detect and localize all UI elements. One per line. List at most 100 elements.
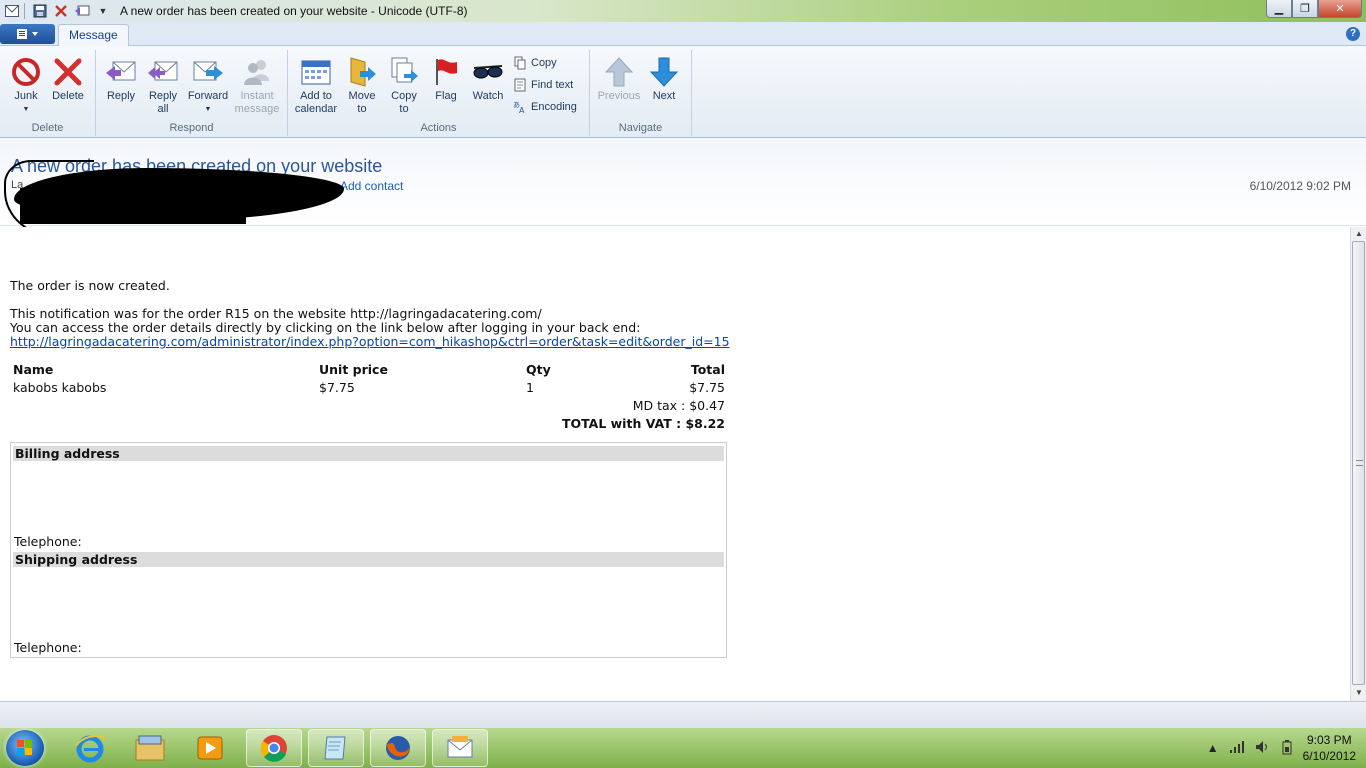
- copyto-label-1: Copy: [391, 90, 417, 102]
- reply-all-button[interactable]: Reply all: [140, 52, 186, 116]
- message-header: A new order has been created on your web…: [0, 138, 1366, 238]
- clock-date: 6/10/2012: [1302, 749, 1356, 763]
- show-hidden-icons-icon[interactable]: ▲: [1207, 741, 1219, 755]
- watch-button[interactable]: Watch: [465, 52, 511, 103]
- arrow-up-icon: [603, 56, 635, 88]
- previous-button[interactable]: Previous: [596, 52, 642, 103]
- add-to-calendar-button[interactable]: Add to calendar: [293, 52, 339, 116]
- scroll-up-icon[interactable]: ▲: [1353, 228, 1365, 240]
- next-label: Next: [652, 90, 676, 102]
- chevron-down-icon[interactable]: ▼: [94, 2, 112, 20]
- notepad-icon[interactable]: [308, 729, 364, 767]
- junk-button[interactable]: Junk ▼: [3, 52, 49, 116]
- firefox-icon[interactable]: [370, 729, 426, 767]
- close-button[interactable]: ✕: [1318, 0, 1362, 18]
- start-button[interactable]: [6, 730, 44, 766]
- ribbon: Junk ▼ Delete Delete Reply Reply all For…: [0, 46, 1366, 138]
- copy-icon: [513, 56, 527, 70]
- save-icon[interactable]: [31, 2, 49, 20]
- copy-label: Copy: [531, 57, 557, 69]
- copy-to-icon: [388, 56, 420, 88]
- minimize-button[interactable]: ▁: [1266, 0, 1292, 18]
- help-icon[interactable]: ?: [1346, 27, 1360, 41]
- move-to-button[interactable]: Move to: [339, 52, 385, 116]
- reply-button[interactable]: Reply: [98, 52, 144, 103]
- instant-label-2: message: [234, 103, 280, 115]
- item-total: $7.75: [689, 379, 725, 395]
- group-label-actions: Actions: [420, 122, 457, 134]
- encoding-icon: あA: [513, 100, 527, 114]
- flag-icon: [430, 56, 462, 88]
- add-contact-link[interactable]: Add contact: [340, 179, 403, 193]
- find-text-button[interactable]: Find text: [513, 78, 573, 92]
- window-title: A new order has been created on your web…: [120, 4, 468, 18]
- body-text: The order is now created.: [10, 278, 170, 293]
- total-value: TOTAL with VAT : $8.22: [561, 415, 725, 431]
- encoding-label: Encoding: [531, 101, 577, 113]
- arrow-down-icon: [648, 56, 680, 88]
- clock[interactable]: 9:03 PM 6/10/2012: [1303, 732, 1356, 764]
- encoding-button[interactable]: あA Encoding: [513, 100, 577, 114]
- order-details-link[interactable]: http://lagringadacatering.com/administra…: [10, 334, 730, 349]
- tab-message[interactable]: Message: [58, 24, 129, 47]
- media-player-icon[interactable]: [182, 729, 238, 767]
- table-header-row: Name Unit price Qty Total: [10, 360, 728, 378]
- mail-app-icon[interactable]: [3, 2, 21, 20]
- calendar-label-2: calendar: [294, 103, 338, 115]
- folder-move-icon: [346, 56, 378, 88]
- instant-message-button[interactable]: Instant message: [233, 52, 281, 116]
- reply-icon[interactable]: [73, 2, 91, 20]
- copy-to-button[interactable]: Copy to: [381, 52, 427, 116]
- internet-explorer-icon[interactable]: [62, 729, 118, 767]
- billing-address-heading: Billing address: [13, 446, 724, 461]
- reply-all-label-2: all: [157, 103, 169, 115]
- item-unit-price: $7.75: [319, 379, 355, 395]
- copy-button[interactable]: Copy: [513, 56, 557, 70]
- power-icon[interactable]: [1281, 739, 1293, 758]
- tax-value: MD tax : $0.47: [632, 397, 725, 413]
- order-items-table: Name Unit price Qty Total kabobs kabobs …: [10, 360, 728, 432]
- status-bar: [0, 701, 1366, 728]
- maximize-button[interactable]: ❐: [1292, 0, 1318, 18]
- instant-label-1: Instant: [240, 90, 274, 102]
- reply-all-label-1: Reply: [148, 90, 178, 102]
- scroll-thumb[interactable]: [1352, 241, 1365, 685]
- group-delete: Junk ▼ Delete Delete: [0, 50, 96, 136]
- app-menu-button[interactable]: [0, 24, 55, 44]
- forward-button[interactable]: Forward ▼: [185, 52, 231, 116]
- svg-text:A: A: [519, 106, 525, 114]
- vertical-scrollbar[interactable]: ▲ ▼: [1350, 227, 1366, 701]
- flag-label: Flag: [435, 90, 457, 102]
- scroll-down-icon[interactable]: ▼: [1353, 687, 1365, 699]
- item-name: kabobs kabobs: [13, 379, 107, 395]
- chrome-icon[interactable]: [246, 729, 302, 767]
- flag-button[interactable]: Flag: [423, 52, 469, 103]
- move-label-2: to: [357, 103, 367, 115]
- calendar-icon: [300, 56, 332, 88]
- windows-live-mail-icon[interactable]: [432, 729, 488, 767]
- find-text-icon: [513, 78, 527, 92]
- reply-label: Reply: [106, 90, 136, 102]
- glasses-icon: [472, 56, 504, 88]
- next-button[interactable]: Next: [641, 52, 687, 103]
- find-text-label: Find text: [531, 79, 574, 91]
- chevron-down-icon: ▼: [204, 106, 212, 113]
- group-actions: Add to calendar Move to Copy to Flag Wat…: [288, 50, 590, 136]
- reply-all-icon: [147, 56, 179, 88]
- delete-icon[interactable]: [52, 2, 70, 20]
- delete-button[interactable]: Delete: [45, 52, 91, 103]
- column-header-unit-price: Unit price: [319, 361, 388, 377]
- title-bar: ▼ A new order has been created on your w…: [0, 0, 1366, 22]
- file-explorer-icon[interactable]: [122, 729, 178, 767]
- forward-icon: [192, 56, 224, 88]
- column-header-qty: Qty: [526, 361, 551, 377]
- volume-icon[interactable]: [1255, 740, 1271, 757]
- calendar-label-1: Add to: [300, 90, 332, 102]
- window-controls: ▁ ❐ ✕: [1266, 0, 1362, 18]
- network-icon[interactable]: [1229, 740, 1245, 757]
- delete-label: Delete: [52, 90, 84, 102]
- separator: [24, 3, 25, 19]
- group-label-navigate: Navigate: [618, 122, 663, 134]
- clock-time: 9:03 PM: [1306, 733, 1352, 747]
- system-tray: ▲ 9:03 PM 6/10/2012: [1207, 728, 1356, 768]
